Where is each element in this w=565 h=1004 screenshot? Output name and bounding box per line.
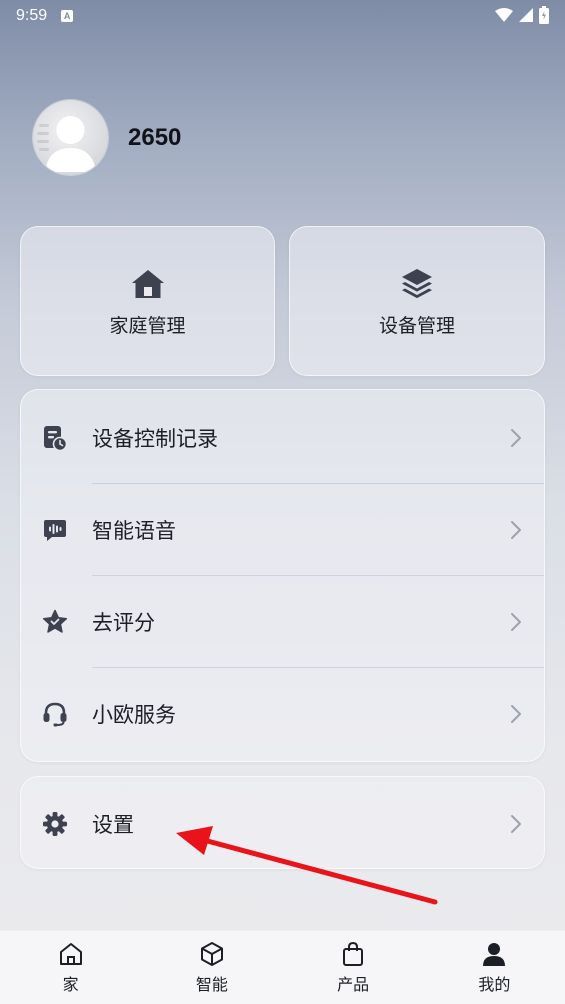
chevron-right-icon: [511, 429, 521, 447]
menu-label-device-control-record: 设备控制记录: [92, 427, 218, 451]
nav-label-home: 家: [62, 975, 79, 994]
notification-icon: A: [61, 10, 74, 22]
nav-item-home[interactable]: 家: [0, 931, 141, 1004]
menu-label-xiaoou-service: 小欧服务: [92, 703, 176, 727]
username: 2650: [128, 123, 182, 151]
record-clock-icon: [42, 425, 68, 451]
nav-item-mine[interactable]: 我的: [424, 931, 565, 1004]
chevron-right-icon: [511, 814, 521, 833]
voice-chat-icon: [42, 517, 68, 543]
battery-icon: [539, 6, 549, 24]
chevron-right-icon: [511, 613, 521, 631]
status-icons: [495, 6, 549, 24]
nav-label-products: 产品: [337, 975, 370, 994]
cube-icon: [198, 940, 226, 968]
bottom-nav: 家 智能 产品 我的: [0, 930, 565, 1004]
menu-label-smart-voice: 智能语音: [92, 519, 176, 543]
nav-item-products[interactable]: 产品: [283, 931, 424, 1004]
menu-list: 设备控制记录 智能语音 去评分 小欧服务: [20, 389, 545, 762]
device-management-tile[interactable]: 设备管理: [289, 226, 545, 376]
status-time: 9:59: [16, 7, 48, 24]
menu-item-xiaoou-service[interactable]: 小欧服务: [21, 668, 544, 760]
device-management-label: 设备管理: [378, 314, 455, 337]
menu-item-device-control-record[interactable]: 设备控制记录: [21, 392, 544, 484]
person-icon: [480, 940, 508, 968]
signal-icon: [519, 8, 533, 22]
chevron-right-icon: [511, 521, 521, 539]
menu-label-rate: 去评分: [92, 611, 155, 635]
nav-item-smart[interactable]: 智能: [141, 931, 282, 1004]
nav-label-mine: 我的: [478, 975, 511, 994]
home-icon: [131, 265, 165, 299]
chevron-right-icon: [511, 705, 521, 723]
menu-item-rate[interactable]: 去评分: [21, 576, 544, 668]
nav-label-smart: 智能: [195, 975, 228, 994]
menu-label-settings: 设置: [92, 812, 134, 837]
gear-icon: [42, 811, 68, 837]
shopping-bag-icon: [339, 940, 367, 968]
layers-icon: [401, 265, 433, 299]
star-icon: [42, 609, 68, 635]
default-avatar-icon: [37, 116, 96, 172]
menu-item-settings[interactable]: 设置: [21, 777, 544, 870]
wifi-icon: [495, 8, 513, 22]
home-management-label: 家庭管理: [109, 314, 186, 337]
profile-header[interactable]: 2650: [33, 100, 181, 175]
home-outline-icon: [57, 940, 85, 968]
avatar[interactable]: [33, 100, 108, 175]
settings-card: 设置: [20, 776, 545, 869]
menu-item-smart-voice[interactable]: 智能语音: [21, 484, 544, 576]
status-bar: 9:59 A: [0, 0, 565, 32]
headset-icon: [42, 701, 68, 727]
home-management-tile[interactable]: 家庭管理: [20, 226, 275, 376]
